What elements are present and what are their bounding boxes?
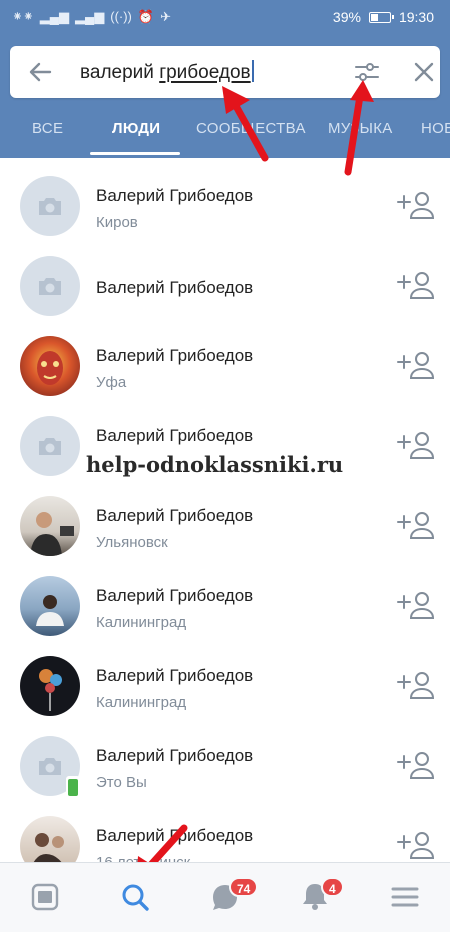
messages-badge: 74 — [229, 877, 259, 897]
arrow-to-query — [232, 102, 269, 162]
bottom-nav: 74 4 — [0, 862, 450, 932]
arrow-to-filter — [344, 92, 364, 176]
annotation-arrows — [136, 80, 374, 884]
notifications-badge: 4 — [321, 877, 344, 897]
news-feed-icon[interactable] — [25, 877, 65, 917]
menu-icon[interactable] — [385, 877, 425, 917]
screen: ⁕⁕ ▂▄▆ ▂▄▆ ((·)) ⏰ ✈ 39% 19:30 валерий г… — [0, 0, 450, 932]
search-icon[interactable] — [115, 877, 155, 917]
arrowhead-filter — [350, 80, 374, 102]
